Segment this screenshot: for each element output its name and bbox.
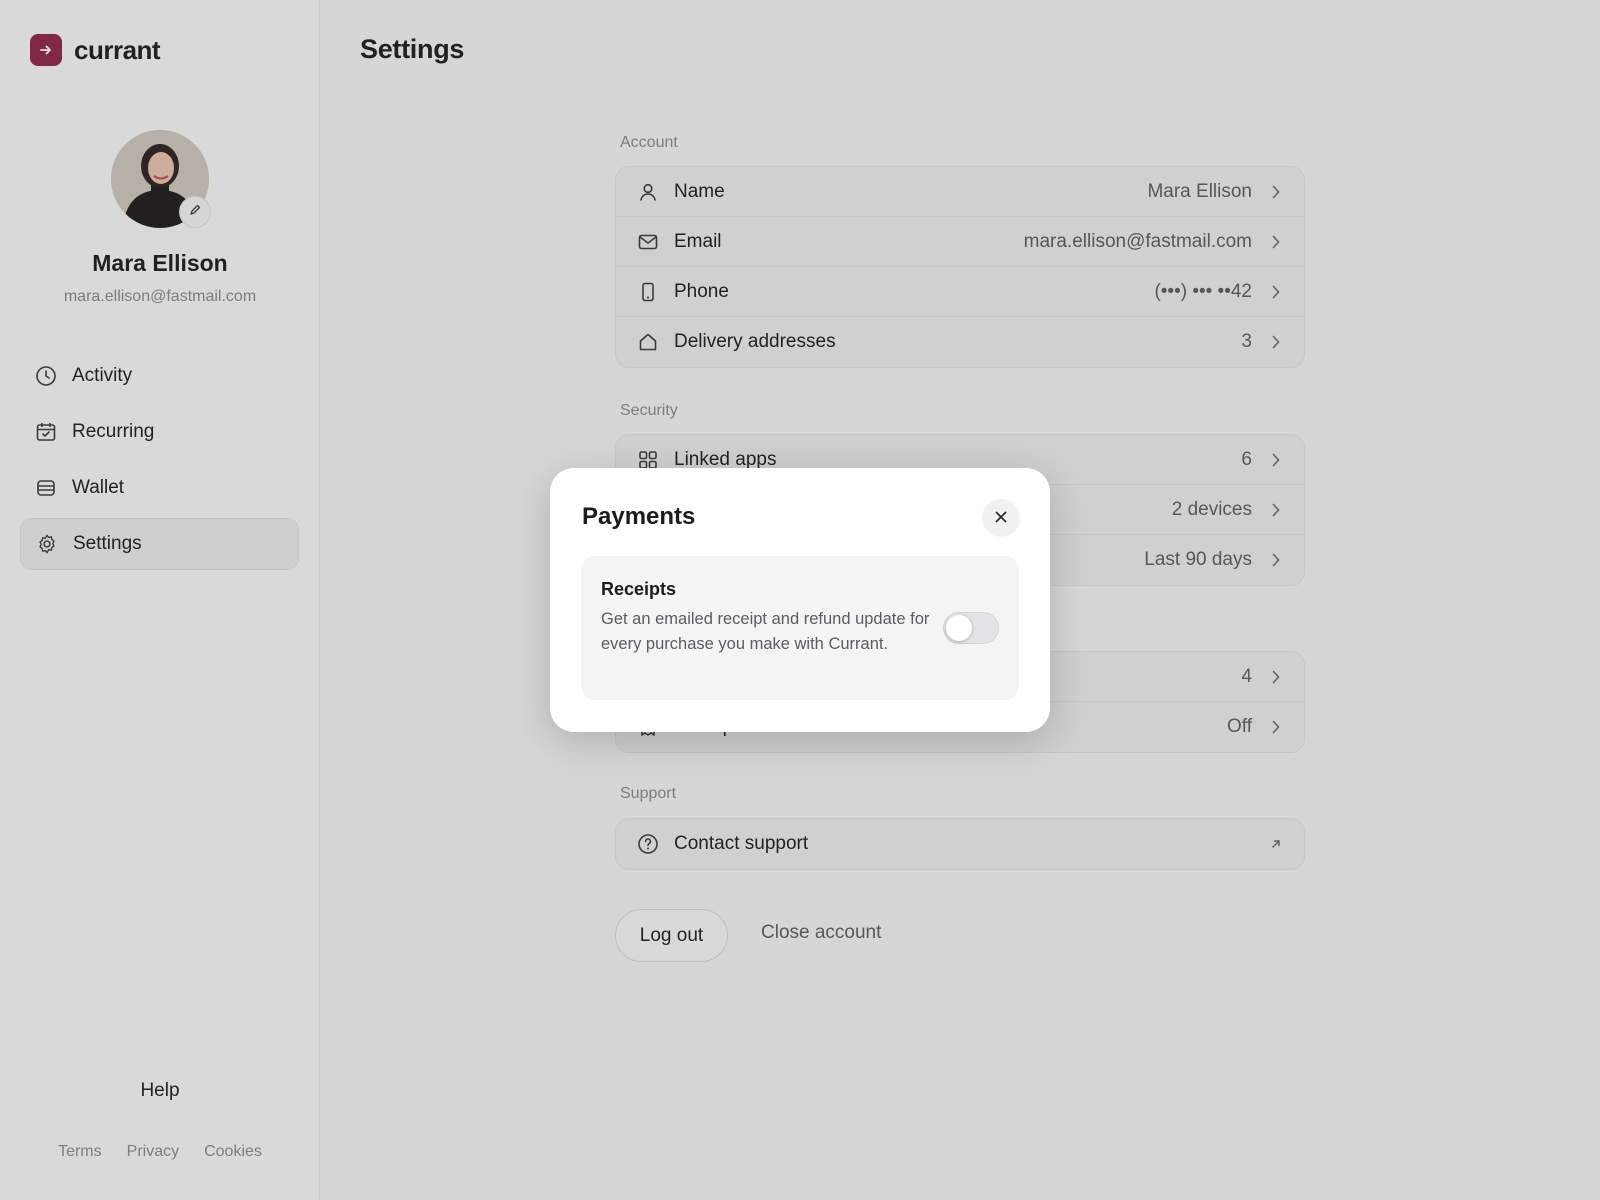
- close-icon: [994, 510, 1008, 527]
- receipts-setting-card: Receipts Get an emailed receipt and refu…: [581, 556, 1019, 700]
- receipts-toggle[interactable]: [943, 612, 999, 644]
- receipts-description: Get an emailed receipt and refund update…: [601, 610, 930, 653]
- receipts-title: Receipts: [601, 579, 677, 599]
- payments-modal: Payments Receipts Get an emailed receipt…: [550, 468, 1050, 732]
- toggle-knob: [946, 615, 972, 641]
- modal-title: Payments: [582, 503, 696, 530]
- modal-close-button[interactable]: [982, 499, 1020, 537]
